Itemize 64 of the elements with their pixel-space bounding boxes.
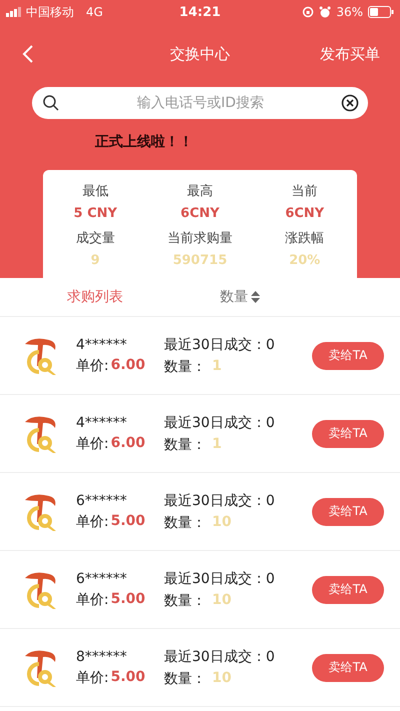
search-icon: [42, 94, 60, 112]
stat-label: 当前求购量: [167, 230, 232, 247]
user-id: 6******: [76, 570, 128, 586]
stat-label: 当前: [292, 183, 318, 200]
sell-button[interactable]: 卖给TA: [312, 576, 384, 604]
stat-label: 最低: [82, 183, 108, 200]
quantity-label: 数量：: [164, 514, 206, 532]
quantity-label: 数量：: [164, 592, 206, 610]
post-buy-order-button[interactable]: 发布买单: [320, 44, 380, 64]
sell-button[interactable]: 卖给TA: [312, 654, 384, 682]
sell-button[interactable]: 卖给TA: [312, 342, 384, 370]
stat-value: 20%: [289, 253, 320, 268]
quantity-value: 10: [212, 514, 232, 532]
recent-deals: 最近30日成交：0: [164, 570, 275, 588]
user-id: 4******: [76, 414, 128, 430]
user-id: 8******: [76, 648, 128, 664]
unit-price: 5.00: [110, 590, 146, 608]
notice-text: 正式上线啦！！: [94, 133, 194, 152]
stat-value: 590715: [172, 253, 228, 268]
stat-value: 9: [90, 253, 100, 268]
clock-time: 14:21: [178, 4, 222, 20]
quantity-label: 数量：: [164, 670, 206, 688]
stat-value: 5 CNY: [74, 206, 118, 221]
price-label: 单价:: [76, 512, 109, 530]
quantity-label: 数量：: [164, 436, 206, 454]
price-label: 单价:: [76, 668, 109, 686]
list-tab[interactable]: 数量: [210, 288, 270, 306]
stat-label: 最高: [186, 183, 213, 200]
stat-label: 涨跌幅: [285, 230, 324, 247]
unit-price: 5.00: [110, 668, 146, 686]
signal-icon: [6, 7, 22, 17]
clear-icon[interactable]: [341, 94, 359, 112]
network-type: 4G: [86, 5, 103, 19]
price-label: 单价:: [76, 434, 109, 452]
search-bar[interactable]: 输入电话号或ID搜索: [32, 87, 368, 119]
price-label: 单价:: [76, 590, 109, 608]
carrier-name: 中国移动: [26, 4, 74, 20]
quantity-value: 1: [212, 358, 222, 376]
sell-button[interactable]: 卖给TA: [312, 498, 384, 526]
back-icon[interactable]: [22, 44, 34, 64]
recent-deals: 最近30日成交：0: [164, 648, 275, 666]
stat-label: 成交量: [76, 230, 115, 247]
unit-price: 6.00: [110, 434, 146, 452]
user-id: 4******: [76, 336, 128, 352]
unit-price: 6.00: [110, 356, 146, 374]
list-tab[interactable]: 求购列表: [60, 288, 130, 306]
search-field[interactable]: 输入电话号或ID搜索: [66, 94, 335, 112]
stat-value: 6CNY: [180, 206, 220, 221]
quantity-value: 10: [212, 670, 232, 688]
page-title: 交换中心: [169, 44, 231, 64]
quantity-value: 1: [212, 436, 222, 454]
user-id: 6******: [76, 492, 128, 508]
alarm-icon: [319, 6, 332, 18]
quantity-value: 10: [212, 592, 232, 610]
battery-icon: [368, 6, 394, 18]
battery-percent: 36%: [336, 5, 363, 19]
unit-price: 5.00: [110, 512, 146, 530]
recent-deals: 最近30日成交：0: [164, 492, 275, 510]
quantity-label: 数量：: [164, 358, 206, 376]
sell-button[interactable]: 卖给TA: [312, 420, 384, 448]
recent-deals: 最近30日成交：0: [164, 414, 275, 432]
stat-value: 6CNY: [285, 206, 324, 221]
recent-deals: 最近30日成交：0: [164, 336, 275, 354]
price-label: 单价:: [76, 356, 109, 374]
